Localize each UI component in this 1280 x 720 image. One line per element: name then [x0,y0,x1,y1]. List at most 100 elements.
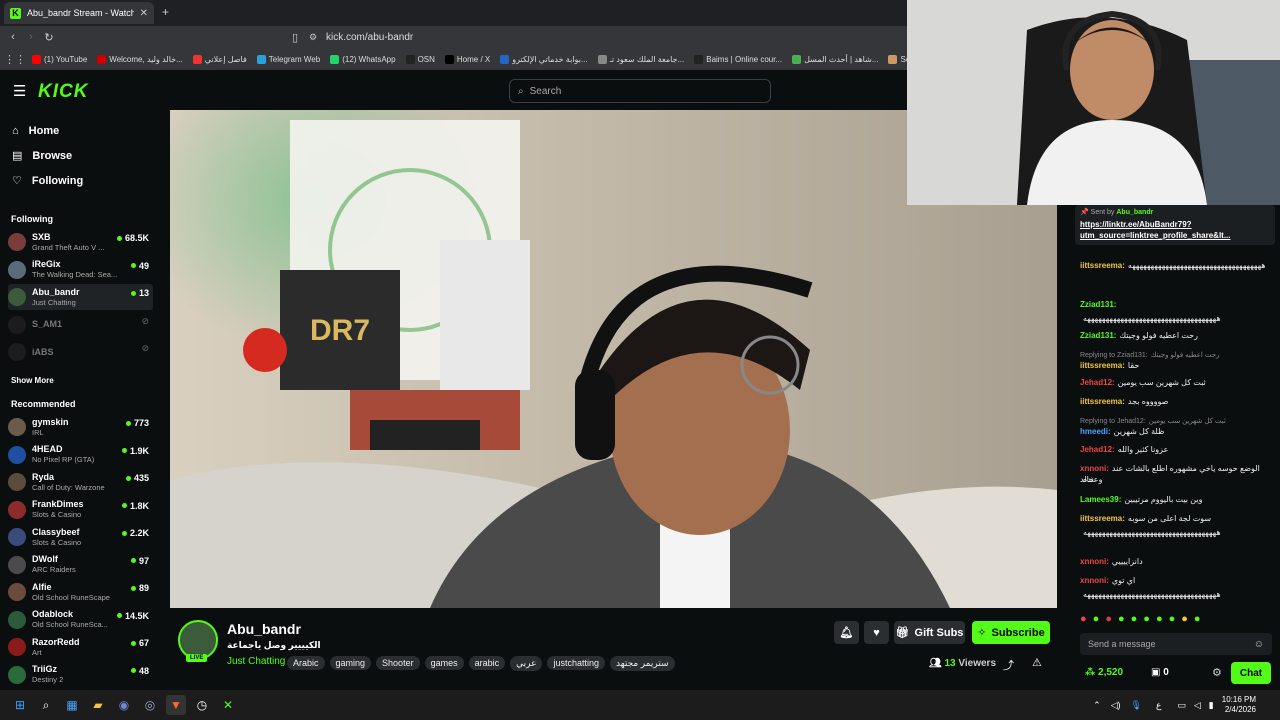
chat-message[interactable]: ههههههههههههههههههههههههههههههههههههه [1080,527,1270,538]
stream-tag[interactable]: Shooter [376,656,420,670]
search-input[interactable]: ⌕ Search [509,79,771,103]
nav-browse[interactable]: ▤ Browse [0,143,160,168]
bookmark-item[interactable]: (1) YouTube [32,54,87,64]
stream-tag[interactable]: games [424,656,464,670]
chat-username[interactable]: hmeedi: [1080,427,1111,436]
sidebar-channel-sxb[interactable]: SXB Grand Theft Auto V ... 68.5K [8,229,153,255]
chat-message[interactable]: hmeedi: ظلة كل شهرين [1080,426,1270,437]
emote-icon[interactable]: ● [1118,613,1125,627]
site-settings-icon[interactable]: ⚙ [304,32,322,43]
stream-tag[interactable]: gaming [329,656,372,670]
bookmark-item[interactable]: (12) WhatsApp [330,54,396,64]
bookmark-icon[interactable]: ▯ [286,31,304,44]
emote-icon[interactable]: ● [1181,613,1188,627]
follow-button[interactable]: ♥ [864,621,889,644]
bookmark-item[interactable]: جامعة الملك سعود تـ... [597,54,684,64]
share-icon[interactable]: ⤴ [1003,657,1014,673]
xbox-icon[interactable]: ✕ [218,695,238,715]
subscribe-button[interactable]: ✧ Subscribe [972,621,1050,644]
chat-username[interactable]: Jehad12: [1080,378,1115,387]
chat-username[interactable]: Jehad12: [1080,445,1115,454]
forward-icon[interactable]: › [22,31,40,43]
sidebar-channel-s_am1[interactable]: S_AM1 ⊘ [8,312,153,338]
chat-message[interactable]: iittssreema: صووووه بجد [1080,396,1270,407]
chat-message[interactable]: xnnoni: اي توي [1080,575,1270,586]
chat-message[interactable]: Jehad12: ثبت كل شهرين سب يومين [1080,377,1270,388]
reload-icon[interactable]: ↻ [40,31,58,44]
sidebar-channel-razorredd[interactable]: RazorRedd Art 67 [8,634,153,660]
emote-icon[interactable]: ● [1080,613,1087,627]
chat-message[interactable]: Lamees39: وين بيت باليووم مرتيبين [1080,494,1270,505]
chat-username[interactable]: iittssreema: [1080,261,1125,270]
back-icon[interactable]: ‹ [4,31,22,43]
sidebar-channel-iabs[interactable]: iABS ⊘ [8,339,153,365]
streamer-name[interactable]: Abu_bandr [227,621,301,637]
sidebar-channel-frankdimes[interactable]: FrankDimes Slots & Casino 1.8K [8,497,153,523]
brave-icon[interactable]: ▼ [166,695,186,715]
chat-username[interactable]: Lamees39: [1080,495,1121,504]
chat-username[interactable]: xnnoni: [1080,464,1109,473]
speaker-icon[interactable]: ◁ [1194,700,1201,711]
nav-home[interactable]: ⌂ Home [0,118,160,143]
chat-message[interactable]: Zziad131: [1080,299,1270,310]
sidebar-channel-gymskin[interactable]: gymskin IRL 773 [8,414,153,440]
chat-username[interactable]: Replying to Jehad12: [1080,418,1146,425]
close-tab-icon[interactable]: ✕ [140,8,148,19]
battery-icon[interactable]: ▮ [1209,700,1214,711]
category-link[interactable]: Just Chatting [227,656,285,667]
tray-arrow-icon[interactable]: ⌃ [1093,700,1101,711]
sidebar-channel-abu_bandr[interactable]: Abu_bandr Just Chatting 13 [8,284,153,310]
emote-icon[interactable]: ● [1194,613,1201,627]
chat-username[interactable]: Zziad131: [1080,300,1116,309]
chat-message[interactable]: iittssreema: هههههههههههههههههههههههههههه… [1080,260,1270,271]
pinned-message[interactable]: 📌 Sent by Abu_bandr https://linktr.ee/Ab… [1075,205,1275,245]
bookmark-item[interactable]: Se [888,54,907,64]
windows-start-icon[interactable]: ⊞ [10,695,30,715]
menu-icon[interactable]: ☰ [13,82,26,100]
sidebar-channel-dwolf[interactable]: DWolf ARC Raiders 97 [8,552,153,578]
sidebar-channel-odablock[interactable]: Odablock Old School RuneSca... 14.5K [8,607,153,633]
show-more-link[interactable]: Show More [0,376,54,385]
chat-username[interactable]: iittssreema: [1080,361,1125,370]
notifications-button[interactable]: 🔔︎ [834,621,859,644]
file-explorer-icon[interactable]: ▰ [88,695,108,715]
chat-username[interactable]: Replying to Zziad131: [1080,352,1148,359]
chat-username[interactable]: iittssreema: [1080,514,1125,523]
chat-message[interactable]: ههههههههههههههههههههههههههههههههههههه [1080,313,1270,324]
emote-icon[interactable]: ● [1131,613,1138,627]
chat-username[interactable]: xnnoni: [1080,576,1109,585]
sidebar-channel-classybeef[interactable]: Classybeef Slots & Casino 2.2K [8,524,153,550]
chat-username[interactable]: xnnoni: [1080,557,1109,566]
stream-tag[interactable]: Arabic [287,656,325,670]
chat-username[interactable]: Zziad131: [1080,331,1116,340]
chat-message[interactable]: iittssreema: حقا [1080,360,1270,371]
kick-logo[interactable]: KICK [38,81,88,103]
chat-message[interactable]: وعنده [1080,474,1270,485]
language-indicator[interactable]: ع [1156,700,1161,711]
photos-icon[interactable]: ▦ [62,695,82,715]
search-icon[interactable]: ⌕ [36,695,56,715]
emote-icon[interactable]: ● [1143,613,1150,627]
nav-following[interactable]: ♡ Following [0,168,160,193]
stream-tag[interactable]: عربي [510,656,543,671]
points-display[interactable]: ⁂ 2,520 [1085,667,1123,678]
bookmark-item[interactable]: Baims | Online cour... [694,54,782,64]
chat-send-button[interactable]: Chat [1231,662,1271,684]
stream-tag[interactable]: justchatting [547,656,605,670]
bookmark-item[interactable]: بوابة خدماتي الإلكترو... [500,54,588,64]
discord-icon[interactable]: ◉ [114,695,134,715]
clock[interactable]: 10:16 PM 2/4/2026 [1222,695,1256,715]
mic-icon[interactable]: 🎙︎ [1131,700,1142,711]
browser-tab-active[interactable]: K Abu_bandr Stream - Watch Live ✕ [4,2,154,24]
chat-message[interactable]: ههههههههههههههههههههههههههههههههههههه [1080,589,1270,600]
gift-subs-button[interactable]: 🎁︎ Gift Subs [894,621,965,644]
chat-input[interactable]: Send a message ☺ [1080,633,1272,655]
stream-tag[interactable]: arabic [468,656,506,670]
steam-icon[interactable]: ◎ [140,695,160,715]
bookmark-item[interactable]: Telegram Web [256,54,320,64]
bookmark-item[interactable]: Home / X [444,54,490,64]
sidebar-channel-triigz[interactable]: TriiGz Destiny 2 48 [8,662,153,688]
emote-icon[interactable]: ● [1156,613,1163,627]
emote-icon[interactable]: ● [1169,613,1176,627]
chat-message[interactable]: iittssreema: سوت لجة اعلى من سوبه [1080,513,1270,524]
